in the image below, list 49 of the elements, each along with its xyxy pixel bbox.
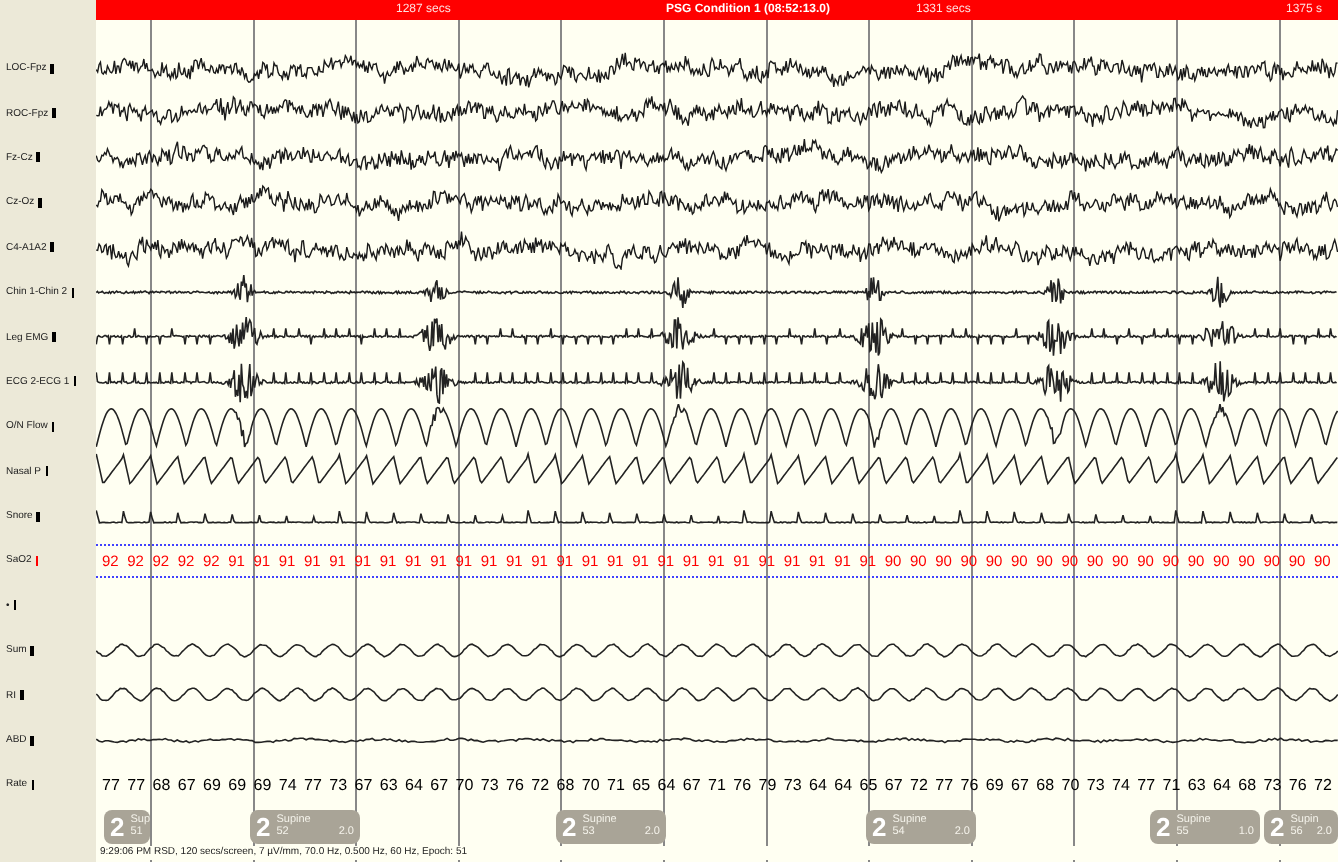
rate-value: 72	[531, 775, 550, 794]
rate-value: 74	[278, 775, 297, 794]
rate-value: 73	[480, 775, 499, 794]
rate-value: 72	[910, 775, 928, 794]
rate-value: 68	[1036, 775, 1055, 794]
rate-value: 69	[253, 775, 272, 794]
rate-value: 73	[1086, 775, 1105, 794]
rate-value: 77	[304, 775, 322, 794]
rate-value: 64	[405, 775, 423, 794]
rate-value: 76	[960, 775, 979, 794]
rate-value: 65	[632, 775, 651, 794]
rate-value: 73	[1263, 775, 1282, 794]
rate-value: 64	[834, 775, 853, 794]
rate-value: 77	[127, 775, 146, 794]
rate-value: 76	[506, 775, 524, 794]
rate-value: 77	[1137, 775, 1156, 794]
rate-value: 67	[884, 775, 903, 794]
rate-value: 73	[329, 775, 348, 794]
rate-value: 71	[607, 775, 625, 794]
rate-value: 67	[430, 775, 449, 794]
rate-value: 67	[354, 775, 373, 794]
rate-value: 70	[455, 775, 474, 794]
rate-value: 67	[177, 775, 196, 794]
rate-value: 69	[203, 775, 221, 794]
rate-value: 69	[228, 775, 247, 794]
rate-value: 70	[1061, 775, 1080, 794]
rate-value: 63	[1187, 775, 1206, 794]
rate-value: 65	[859, 775, 878, 794]
rate-value: 68	[556, 775, 575, 794]
rate-value: 70	[581, 775, 600, 794]
rate-value: 76	[1288, 775, 1307, 794]
rate-value: 71	[1162, 775, 1181, 794]
rate-value: 76	[733, 775, 752, 794]
rate-value: 69	[985, 775, 1004, 794]
rate-value: 79	[758, 775, 777, 794]
rate-value: 68	[1238, 775, 1257, 794]
rate-value: 64	[1213, 775, 1231, 794]
rate-value: 71	[708, 775, 726, 794]
rate-value: 77	[102, 775, 120, 794]
rate-value: 63	[379, 775, 398, 794]
rate-value: 73	[783, 775, 802, 794]
rate-value: 68	[152, 775, 171, 794]
rate-value: 77	[935, 775, 954, 794]
rate-value: 72	[1314, 775, 1332, 794]
rate-value: 67	[1011, 775, 1029, 794]
rate-value: 74	[1112, 775, 1130, 794]
rate-value: 67	[682, 775, 701, 794]
rate-value: 64	[809, 775, 827, 794]
rate-value: 64	[657, 775, 676, 794]
